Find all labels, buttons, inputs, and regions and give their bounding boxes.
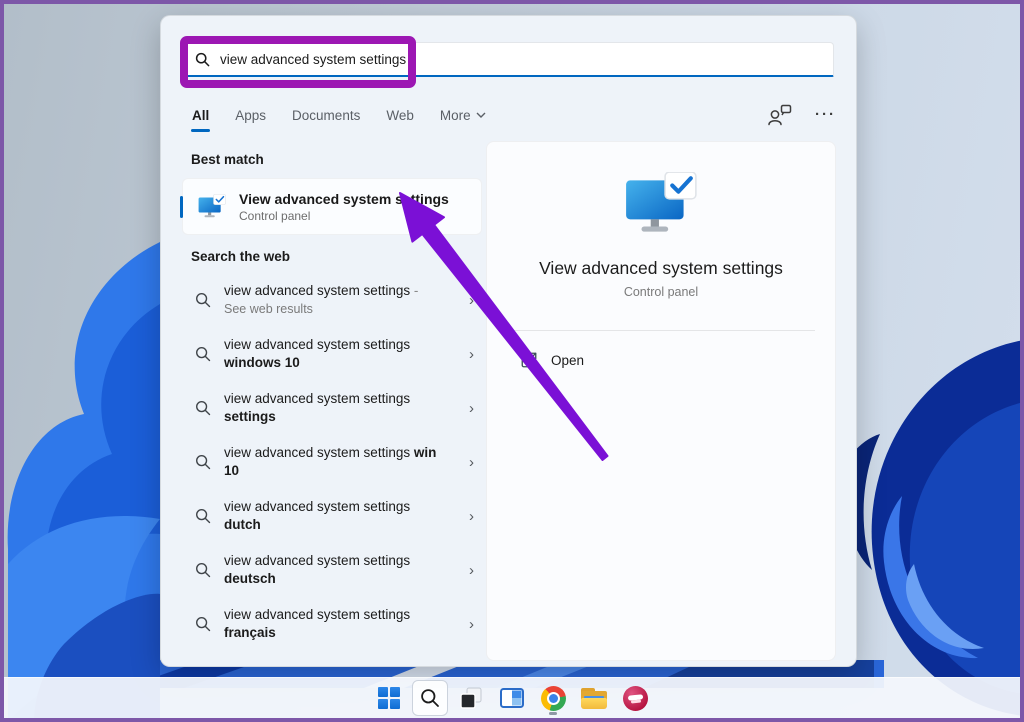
web-suggestion-row[interactable]: view advanced system settings windows 10… (182, 327, 482, 381)
result-detail-panel: View advanced system settings Control pa… (486, 141, 836, 661)
web-suggestion-text: view advanced system settings - See web … (224, 283, 419, 316)
search-input[interactable] (220, 51, 833, 67)
window-split-icon (500, 688, 524, 708)
open-label: Open (551, 352, 585, 368)
web-suggestion-text: view advanced system settings français (224, 607, 411, 640)
web-suggestion-text: view advanced system settings windows 10 (224, 337, 411, 370)
file-explorer-icon (581, 687, 607, 709)
chevron-right-icon: › (469, 561, 474, 579)
web-suggestion-row[interactable]: view advanced system settings français › (182, 597, 482, 651)
best-match-result[interactable]: View advanced system settings Control pa… (180, 178, 482, 235)
taskbar (4, 677, 1020, 718)
web-suggestion-row[interactable]: view advanced system settings deutsch › (182, 543, 482, 597)
web-suggestion-text: view advanced system settings deutsch (224, 553, 411, 586)
chevron-right-icon: › (469, 615, 474, 633)
tab-apps[interactable]: Apps (234, 106, 267, 125)
chrome-icon (540, 685, 566, 711)
more-options-icon[interactable]: ··· (815, 107, 836, 122)
chevron-right-icon: › (469, 507, 474, 525)
chevron-right-icon: › (469, 345, 474, 363)
search-icon (421, 689, 439, 707)
snap-window-app-button[interactable] (494, 680, 530, 716)
search-icon (196, 617, 211, 632)
open-action[interactable]: Open (501, 344, 821, 376)
web-suggestion-text: view advanced system settings dutch (224, 499, 411, 532)
red-app-button[interactable] (617, 680, 653, 716)
search-icon (195, 52, 210, 66)
wallpaper-left-bloom (7, 242, 160, 718)
tab-more[interactable]: More (439, 106, 487, 125)
start-button[interactable] (371, 680, 407, 716)
search-icon (196, 509, 211, 524)
web-suggestion-list: view advanced system settings - See web … (182, 273, 482, 651)
tab-all[interactable]: All (191, 106, 211, 132)
web-suggestion-text: view advanced system settings settings (224, 391, 411, 424)
web-suggestion-text: view advanced system settings win 10 (224, 445, 437, 478)
detail-subtitle: Control panel (623, 285, 699, 299)
system-settings-icon (198, 193, 226, 217)
tab-documents[interactable]: Documents (291, 106, 361, 125)
search-icon (196, 293, 211, 308)
best-match-title: View advanced system settings (239, 190, 449, 207)
file-explorer-button[interactable] (576, 680, 612, 716)
best-match-heading: Best match (191, 152, 264, 167)
search-icon (196, 347, 211, 362)
chrome-button[interactable] (535, 680, 571, 716)
web-suggestion-row[interactable]: view advanced system settings win 10 › (182, 435, 482, 489)
account-feedback-icon[interactable] (767, 104, 793, 126)
chevron-right-icon: › (469, 399, 474, 417)
search-flyout-panel: All Apps Documents Web More ··· Best match (160, 15, 857, 667)
windows-logo-icon (378, 687, 400, 709)
chevron-right-icon: › (469, 453, 474, 471)
chevron-right-icon: › (469, 291, 474, 309)
running-indicator (549, 712, 557, 715)
web-suggestion-row[interactable]: view advanced system settings settings › (182, 381, 482, 435)
detail-title: View advanced system settings (539, 258, 783, 278)
open-external-icon (521, 352, 537, 368)
web-suggestion-row[interactable]: view advanced system settings dutch › (182, 489, 482, 543)
search-icon (196, 563, 211, 578)
taskbar-search-button[interactable] (412, 680, 448, 716)
task-view-icon (460, 687, 482, 709)
system-settings-icon-large (626, 172, 697, 232)
task-view-button[interactable] (453, 680, 489, 716)
wallpaper-right-bloom (844, 340, 1020, 716)
search-filter-tabs: All Apps Documents Web More ··· (191, 100, 836, 132)
tab-web[interactable]: Web (385, 106, 415, 125)
search-box (181, 42, 834, 77)
red-circle-app-icon (622, 685, 648, 711)
best-match-subtitle: Control panel (239, 208, 311, 223)
desktop-screen: All Apps Documents Web More ··· Best match (0, 0, 1024, 722)
chevron-down-icon (476, 112, 486, 118)
search-icon (196, 455, 211, 470)
search-icon (196, 401, 211, 416)
web-suggestion-row[interactable]: view advanced system settings - See web … (182, 273, 482, 327)
selection-accent-bar (180, 196, 183, 218)
search-web-heading: Search the web (191, 249, 291, 264)
divider (507, 330, 815, 331)
